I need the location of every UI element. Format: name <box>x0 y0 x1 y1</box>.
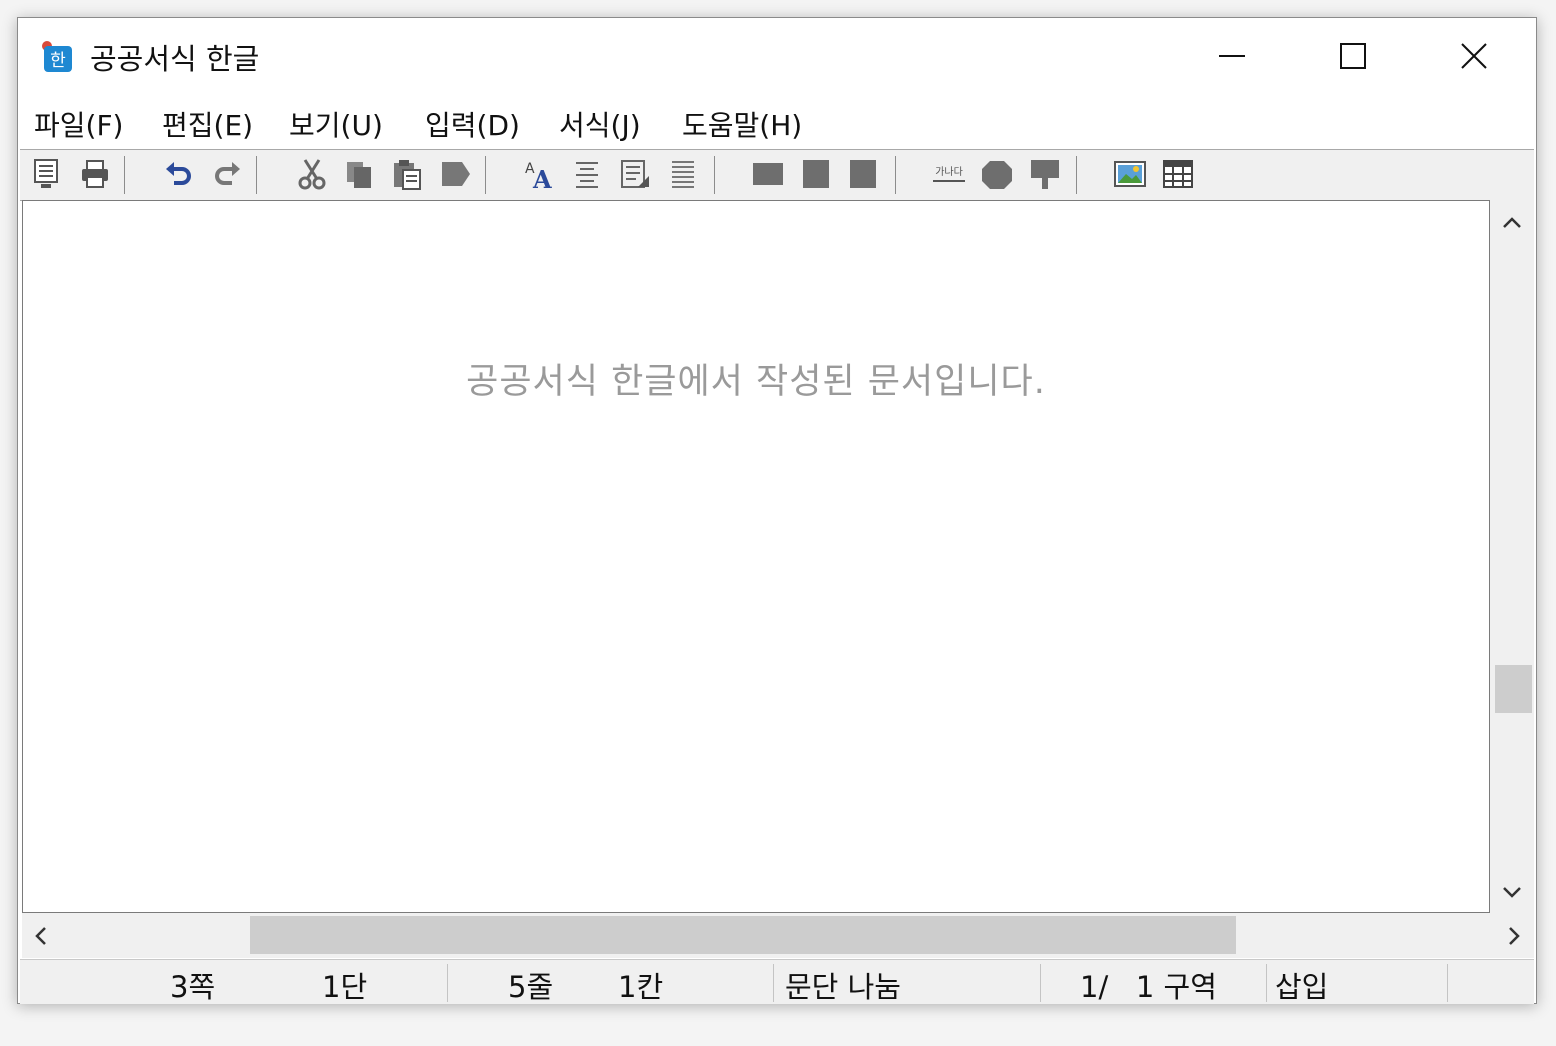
redo-button[interactable] <box>207 154 247 194</box>
menu-file[interactable]: 파일(F) <box>34 104 123 144</box>
align-right-icon <box>850 160 876 188</box>
toolbar-separator <box>124 156 125 194</box>
shape-button[interactable] <box>977 154 1017 194</box>
status-separator <box>447 964 448 1002</box>
chevron-left-icon <box>35 926 46 945</box>
status-separator <box>1266 964 1267 1002</box>
preview-icon <box>34 159 58 188</box>
status-line: 5줄 <box>508 970 554 1004</box>
style-button[interactable] <box>615 154 655 194</box>
cut-button[interactable] <box>292 154 332 194</box>
toolbar-separator <box>895 156 896 194</box>
horizontal-scroll-thumb[interactable] <box>250 916 1236 954</box>
align-right-button[interactable] <box>843 154 883 194</box>
status-section: 1/ 1 구역 <box>1080 970 1217 1004</box>
close-icon <box>1461 43 1487 69</box>
scroll-down-button[interactable] <box>1490 874 1534 910</box>
menu-edit[interactable]: 편집(E) <box>162 104 253 144</box>
toolbar-separator <box>714 156 715 194</box>
align-left-button[interactable] <box>748 154 788 194</box>
paste-button[interactable] <box>387 154 427 194</box>
copy-icon <box>347 162 371 188</box>
close-button[interactable] <box>1418 22 1530 90</box>
char-shape-icon: A A <box>525 161 552 191</box>
menu-format[interactable]: 서식(J) <box>559 104 641 144</box>
align-left-icon <box>753 163 783 185</box>
redo-icon <box>215 162 240 185</box>
text-caption-icon: 가나다 <box>933 166 965 182</box>
line-spacing-icon <box>672 161 694 188</box>
status-col: 1칸 <box>618 970 664 1004</box>
flag-button[interactable] <box>1025 154 1065 194</box>
toolbar-separator <box>485 156 486 194</box>
chevron-down-icon <box>1503 887 1521 898</box>
line-spacing-button[interactable] <box>663 154 703 194</box>
print-icon <box>82 160 108 188</box>
char-shape-button[interactable]: A A <box>520 154 560 194</box>
vertical-scrollbar[interactable] <box>1490 200 1534 913</box>
vertical-scroll-thumb[interactable] <box>1495 665 1532 713</box>
table-icon <box>1163 160 1193 188</box>
document-area[interactable]: 공공서식 한글에서 작성된 문서입니다. <box>22 200 1490 913</box>
shape-icon <box>982 161 1012 189</box>
undo-icon <box>166 162 191 185</box>
status-separator <box>1447 964 1448 1002</box>
print-button[interactable] <box>75 154 115 194</box>
scroll-left-button[interactable] <box>24 913 58 958</box>
menu-insert[interactable]: 입력(D) <box>425 104 520 144</box>
minimize-icon <box>1219 55 1245 57</box>
chevron-up-icon <box>1503 217 1521 228</box>
title-bar[interactable]: 한 공공서식 한글 <box>18 18 1536 92</box>
toolbar-separator <box>256 156 257 194</box>
align-center-icon <box>803 160 829 188</box>
window-title: 공공서식 한글 <box>90 42 260 76</box>
svg-text:A: A <box>532 165 552 191</box>
menu-bar: 파일(F) 편집(E) 보기(U) 입력(D) 서식(J) 도움말(H) <box>18 96 1536 146</box>
format-paste-icon <box>442 162 470 186</box>
status-mode[interactable]: 삽입 <box>1275 964 1328 1006</box>
status-bar: 3쪽 1단 5줄 1칸 문단 나눔 1/ 1 구역 삽입 <box>20 959 1534 1004</box>
menu-help[interactable]: 도움말(H) <box>682 104 802 144</box>
svg-text:가나다: 가나다 <box>935 166 963 178</box>
hangul-app-icon: 한 <box>42 41 72 72</box>
status-page: 3쪽 <box>170 970 216 1004</box>
maximize-button[interactable] <box>1297 22 1409 90</box>
chevron-right-icon <box>1509 926 1520 945</box>
toolbar-separator <box>1076 156 1077 194</box>
status-break: 문단 나눔 <box>785 970 901 1004</box>
status-separator <box>773 964 774 1002</box>
undo-button[interactable] <box>159 154 199 194</box>
paste-icon <box>394 160 421 190</box>
document-text[interactable]: 공공서식 한글에서 작성된 문서입니다. <box>23 353 1489 404</box>
cut-icon <box>298 159 326 190</box>
picture-icon <box>1114 161 1146 187</box>
app-window: 한 공공서식 한글 파일(F) 편집(E) 보기(U) 입력(D) 서식(J) … <box>17 17 1537 1004</box>
status-column: 1단 <box>322 970 368 1004</box>
text-caption-button[interactable]: 가나다 <box>929 154 969 194</box>
style-icon <box>621 160 649 188</box>
picture-button[interactable] <box>1110 154 1150 194</box>
table-button[interactable] <box>1158 154 1198 194</box>
menu-view[interactable]: 보기(U) <box>289 104 383 144</box>
copy-button[interactable] <box>339 154 379 194</box>
preview-button[interactable] <box>27 154 67 194</box>
format-paste-button[interactable] <box>435 154 475 194</box>
maximize-icon <box>1340 43 1366 69</box>
toolbar: A A 가나다 <box>20 149 1534 201</box>
svg-text:한: 한 <box>50 51 66 71</box>
status-separator <box>1040 964 1041 1002</box>
scroll-up-button[interactable] <box>1490 204 1534 240</box>
para-shape-button[interactable] <box>567 154 607 194</box>
minimize-button[interactable] <box>1176 22 1288 90</box>
align-center-button[interactable] <box>796 154 836 194</box>
horizontal-scrollbar[interactable] <box>22 913 1534 958</box>
scroll-right-button[interactable] <box>1496 913 1532 958</box>
flag-icon <box>1031 160 1059 189</box>
para-shape-icon <box>576 162 598 188</box>
